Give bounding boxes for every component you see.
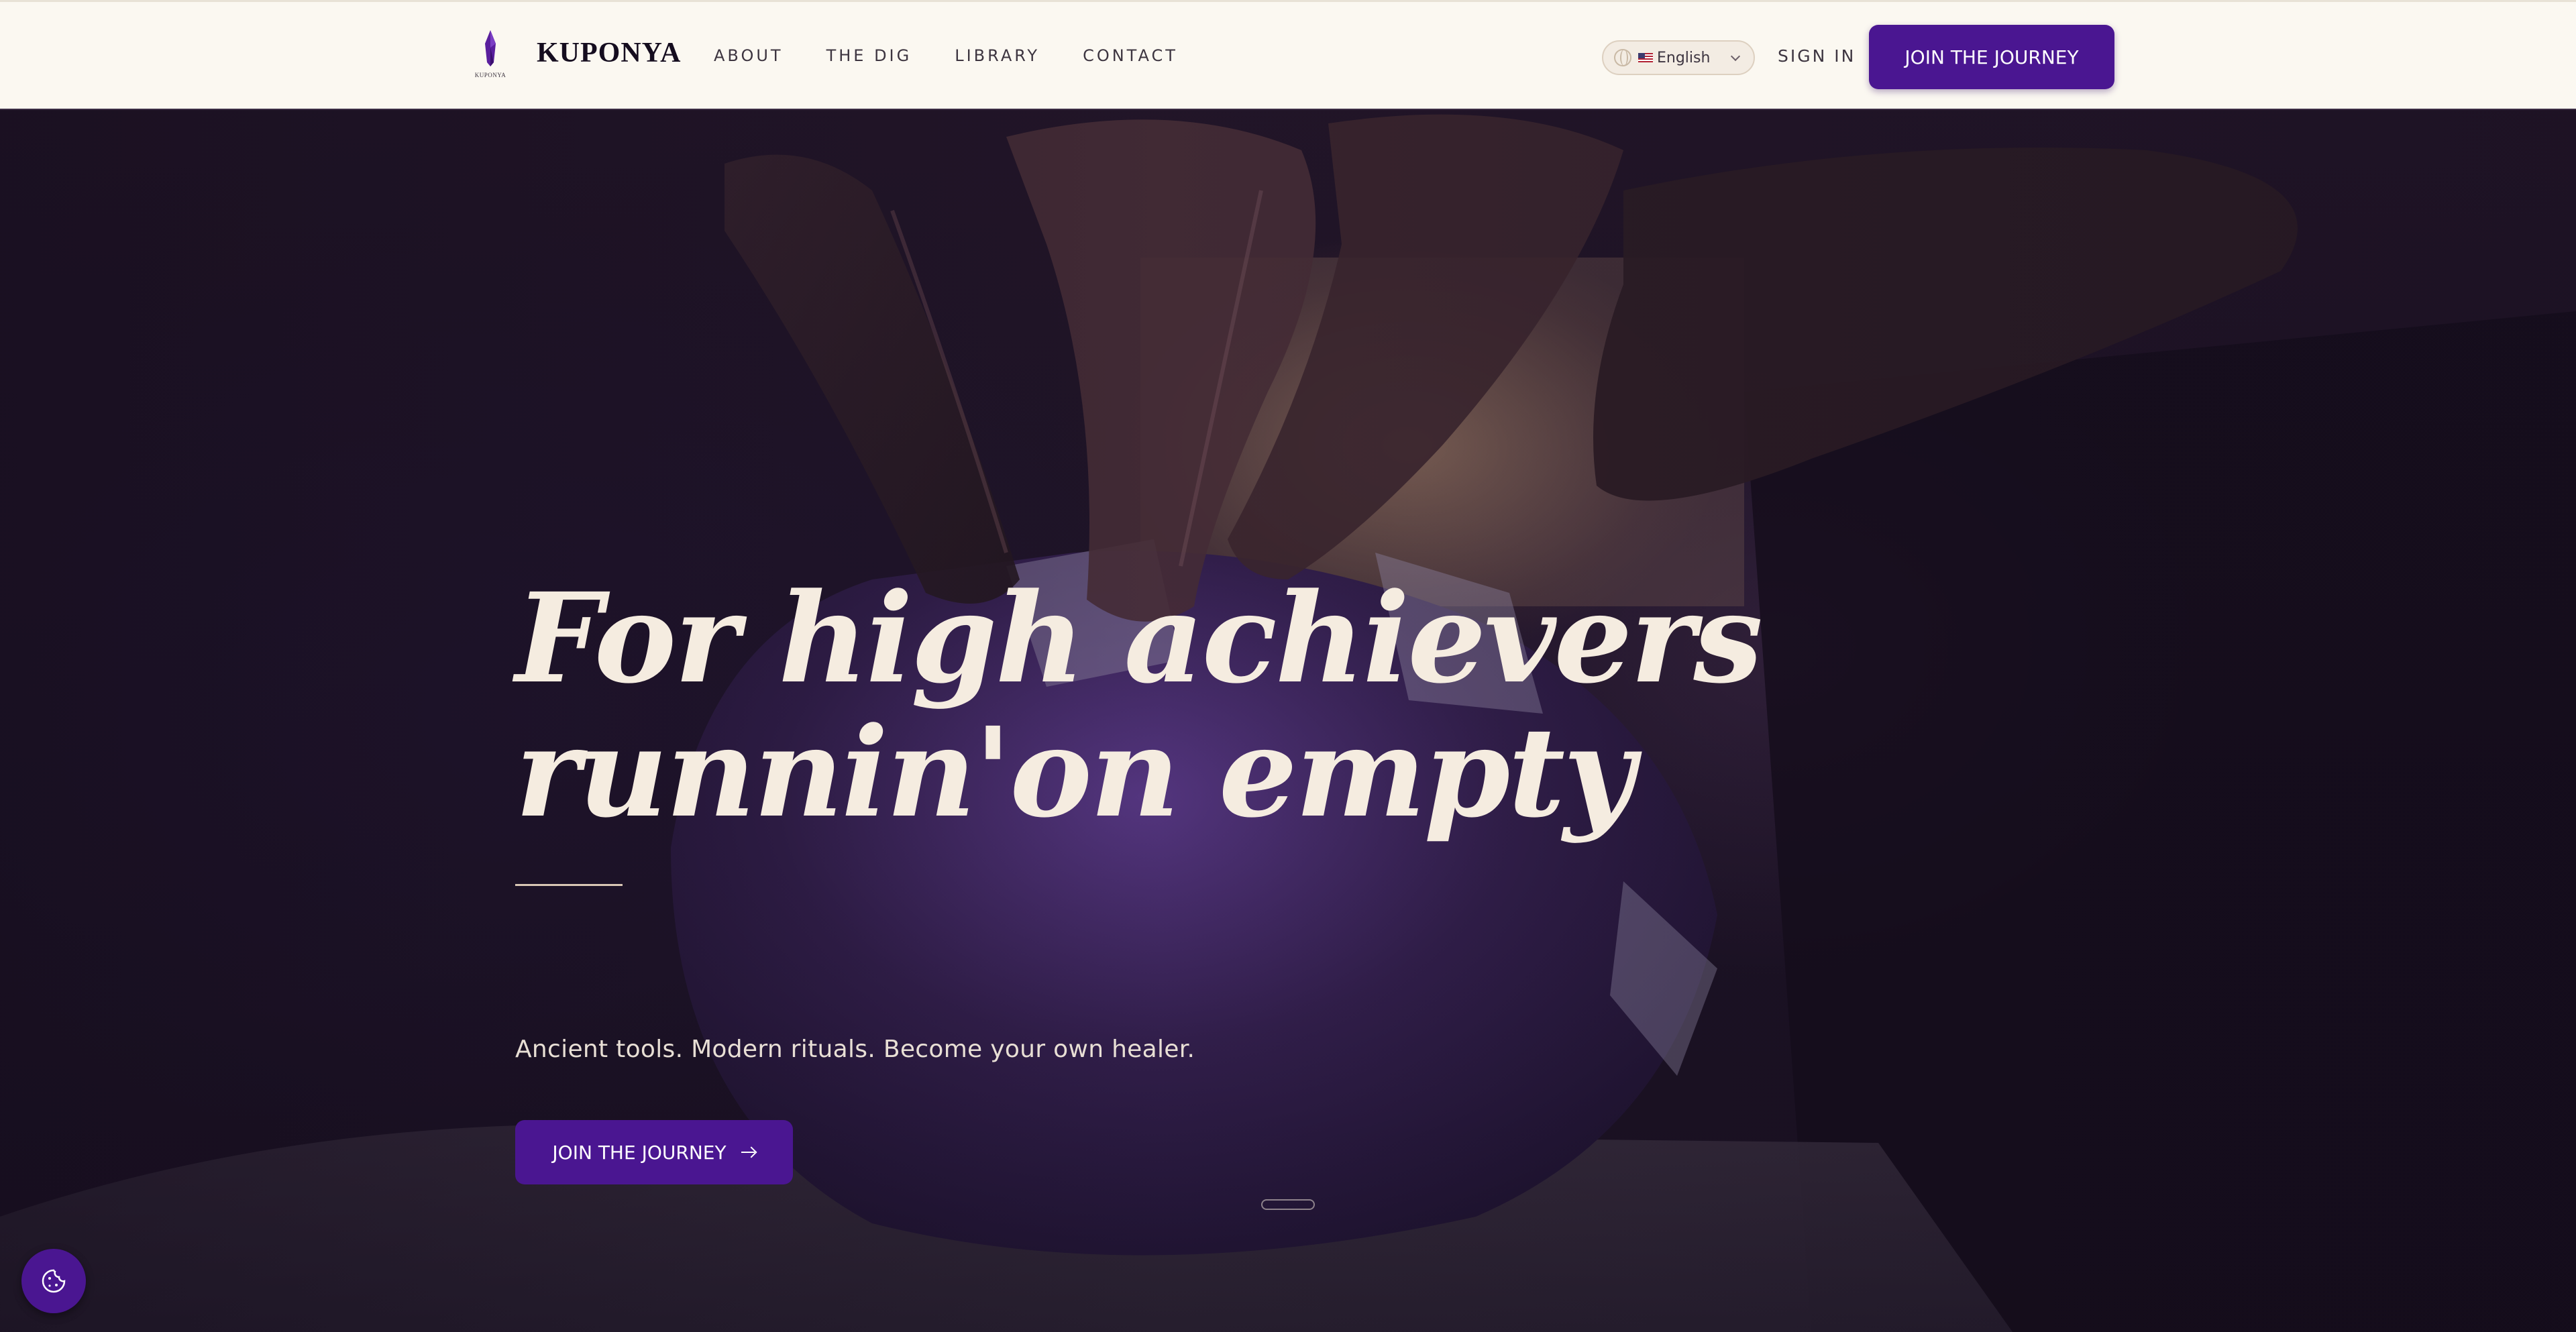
site-header: KUPONYA KUPONYA ABOUT THE DIG LIBRARY CO… [0, 0, 2576, 110]
sign-in-link[interactable]: SIGN IN [1778, 46, 1856, 66]
headline-line-1: For high achievers [515, 566, 1763, 711]
nav-library[interactable]: LIBRARY [955, 46, 1040, 65]
cookie-icon [42, 1269, 66, 1293]
hero-headline: For high achievers runnin'on empty [515, 566, 1763, 845]
nav-contact[interactable]: CONTACT [1083, 46, 1178, 65]
headline-divider [515, 884, 623, 886]
nav-about[interactable]: ABOUT [714, 46, 784, 65]
language-select[interactable]: English [1602, 40, 1755, 75]
us-flag-icon [1638, 53, 1653, 62]
join-journey-hero-button[interactable]: JOIN THE JOURNEY [515, 1120, 793, 1184]
cookie-settings-button[interactable] [21, 1249, 86, 1313]
main-nav: ABOUT THE DIG LIBRARY CONTACT [714, 46, 1178, 65]
scroll-indicator[interactable] [1261, 1199, 1315, 1210]
brand-name[interactable]: KUPONYA [537, 37, 681, 69]
logo-crystal-icon[interactable]: KUPONYA [467, 27, 514, 81]
language-label: English [1657, 49, 1711, 66]
logo-caption: KUPONYA [475, 72, 506, 78]
hero-cta-label: JOIN THE JOURNEY [552, 1141, 727, 1164]
nav-the-dig[interactable]: THE DIG [826, 46, 912, 65]
join-journey-header-button[interactable]: JOIN THE JOURNEY [1869, 25, 2114, 89]
arrow-right-icon [741, 1146, 756, 1158]
chevron-down-icon [1730, 51, 1741, 62]
hero-subheading: Ancient tools. Modern rituals. Become yo… [515, 1036, 1195, 1063]
headline-line-2: runnin'on empty [515, 700, 1635, 845]
globe-icon [1614, 49, 1631, 66]
